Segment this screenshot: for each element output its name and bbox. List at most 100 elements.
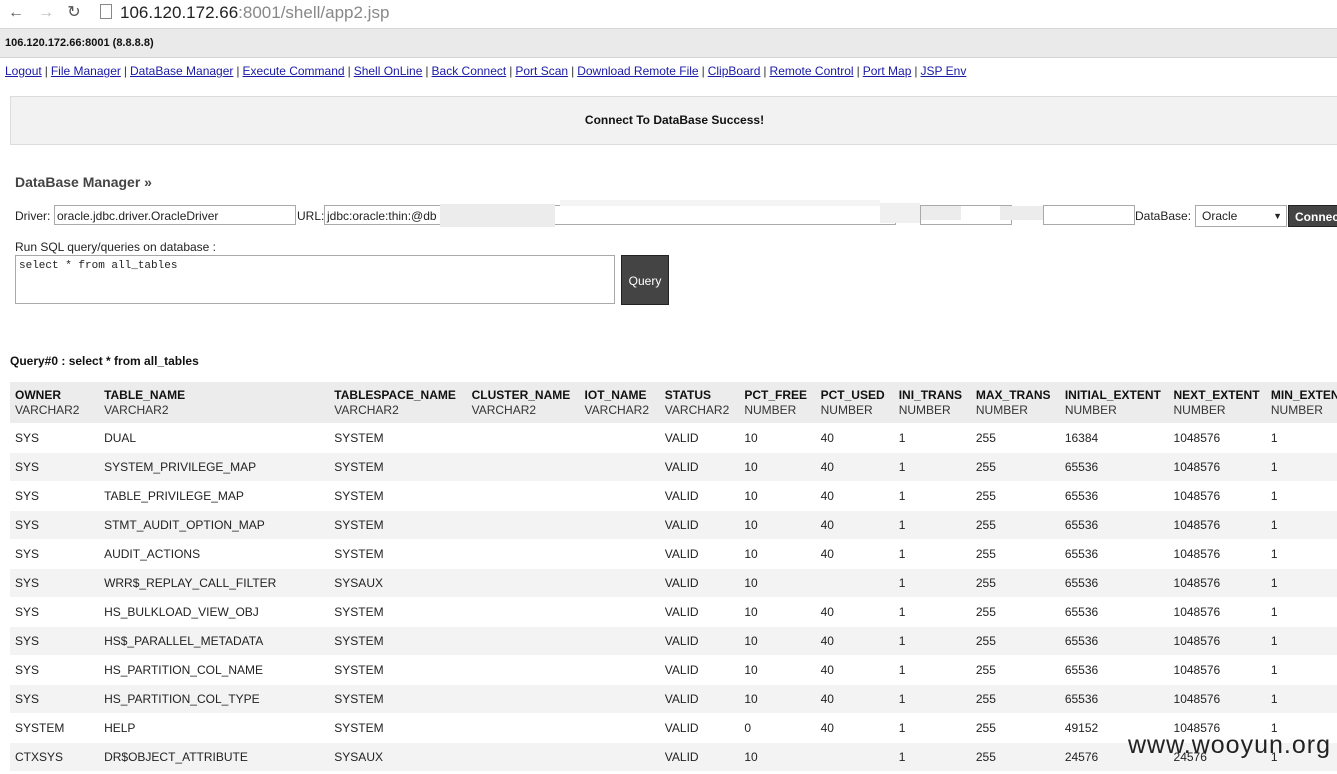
table-cell	[466, 510, 580, 540]
table-cell: SYS	[10, 626, 100, 656]
sql-textarea[interactable]: select * from all_tables	[15, 255, 615, 304]
page-icon	[100, 4, 112, 19]
column-name: OWNER	[15, 388, 61, 402]
password-input[interactable]	[1043, 205, 1135, 225]
table-cell: 0	[739, 713, 816, 743]
menu-link-clipboard[interactable]: ClipBoard	[708, 64, 761, 78]
table-cell: 65536	[1059, 655, 1169, 685]
column-header: TABLESPACE_NAME VARCHAR2	[329, 382, 467, 424]
column-name: PCT_FREE	[744, 388, 808, 402]
table-cell	[466, 597, 580, 627]
table-cell: SYSAUX	[329, 742, 467, 772]
table-cell: SYSTEM	[329, 481, 467, 511]
column-name: PCT_USED	[820, 388, 885, 402]
column-type: VARCHAR2	[15, 403, 80, 417]
table-cell: 255	[970, 539, 1060, 569]
table-cell: 40	[815, 539, 894, 569]
menu-link-remote-control[interactable]: Remote Control	[770, 64, 854, 78]
column-type: NUMBER	[898, 403, 951, 417]
reload-icon[interactable]: ↻	[64, 3, 84, 23]
table-cell: 65536	[1059, 684, 1169, 714]
table-cell	[466, 423, 580, 453]
table-cell: 1	[893, 568, 971, 598]
driver-input[interactable]: oracle.jdbc.driver.OracleDriver	[54, 205, 296, 225]
table-cell: VALID	[659, 655, 740, 685]
table-cell: 65536	[1059, 481, 1169, 511]
redaction-blur	[440, 204, 555, 227]
table-cell: VALID	[659, 626, 740, 656]
table-cell: 1	[1265, 481, 1337, 511]
success-message: Connect To DataBase Success!	[584, 113, 765, 127]
connect-button[interactable]: Connect	[1288, 205, 1337, 227]
table-cell	[579, 713, 660, 743]
result-table-container[interactable]: OWNER VARCHAR2 TABLE_NAME VARCHAR2 TABLESPAC…	[10, 382, 1337, 774]
table-cell: 65536	[1059, 452, 1169, 482]
column-type: NUMBER	[820, 403, 873, 417]
menu-separator: |	[509, 64, 513, 78]
table-cell: 255	[970, 423, 1060, 453]
menu-link-shell-online[interactable]: Shell OnLine	[354, 64, 423, 78]
column-type: VARCHAR2	[664, 403, 730, 417]
url-input[interactable]: jdbc:oracle:thin:@db	[324, 205, 896, 225]
menu-link-logout[interactable]: Logout	[5, 64, 42, 78]
query-button[interactable]: Query	[621, 255, 669, 305]
table-cell: SYSTEM_PRIVILEGE_MAP	[99, 452, 330, 482]
table-cell: 10	[739, 423, 816, 453]
table-cell	[466, 713, 580, 743]
column-name: INITIAL_EXTENT	[1064, 388, 1161, 402]
table-cell: 65536	[1059, 510, 1169, 540]
table-cell: VALID	[659, 452, 740, 482]
forward-arrow-icon[interactable]: →	[36, 3, 56, 23]
shell-menu: Logout | File Manager | DataBase Manager | Exe…	[5, 64, 966, 78]
table-cell: 10	[739, 539, 816, 569]
table-cell	[466, 568, 580, 598]
menu-link-port-map[interactable]: Port Map	[863, 64, 912, 78]
table-cell: 1048576	[1168, 452, 1266, 482]
menu-link-port-scan[interactable]: Port Scan	[515, 64, 568, 78]
table-cell: 16384	[1059, 423, 1169, 453]
result-table: OWNER VARCHAR2 TABLE_NAME VARCHAR2 TABLESPAC…	[10, 382, 1337, 774]
table-cell: 1	[893, 742, 971, 772]
table-cell: 10	[739, 626, 816, 656]
column-header: TABLE_NAME VARCHAR2	[99, 382, 330, 424]
table-cell: 255	[970, 597, 1060, 627]
back-arrow-icon[interactable]: ←	[6, 3, 26, 23]
menu-separator: |	[856, 64, 860, 78]
table-row: SYS AUDIT_ACTIONS SYSTEM VALID 10 40 1 255 65536…	[10, 539, 1337, 569]
redaction-blur	[880, 203, 920, 223]
menu-link-back-connect[interactable]: Back Connect	[432, 64, 507, 78]
table-cell	[466, 481, 580, 511]
table-cell: HS_BULKLOAD_VIEW_OBJ	[99, 597, 330, 627]
table-cell: 40	[815, 626, 894, 656]
menu-link-download-remote-file[interactable]: Download Remote File	[577, 64, 698, 78]
menu-link-execute-command[interactable]: Execute Command	[243, 64, 345, 78]
menu-link-file-manager[interactable]: File Manager	[51, 64, 121, 78]
column-header: INITIAL_EXTENT NUMBER	[1059, 382, 1169, 424]
table-cell: VALID	[659, 481, 740, 511]
table-cell: 1048576	[1168, 684, 1266, 714]
menu-separator: |	[123, 64, 127, 78]
table-cell	[579, 568, 660, 598]
table-cell: 65536	[1059, 597, 1169, 627]
column-name: CLUSTER_NAME	[471, 388, 571, 402]
table-cell: 1	[1265, 655, 1337, 685]
table-cell	[579, 452, 660, 482]
table-cell: 1048576	[1168, 481, 1266, 511]
table-cell: 1	[1265, 626, 1337, 656]
menu-link-database-manager[interactable]: DataBase Manager	[130, 64, 233, 78]
table-cell: 1	[893, 539, 971, 569]
table-cell: 1048576	[1168, 626, 1266, 656]
table-cell: SYSTEM	[329, 655, 467, 685]
menu-link-jsp-env[interactable]: JSP Env	[921, 64, 967, 78]
table-cell: 10	[739, 568, 816, 598]
browser-toolbar: ← → ↻ 106.120.172.66:8001/shell/app2.jsp	[0, 0, 1337, 29]
table-cell: 10	[739, 655, 816, 685]
database-select[interactable]: Oracle ▼	[1195, 205, 1287, 227]
menu-separator: |	[425, 64, 429, 78]
table-cell	[815, 568, 894, 598]
url-path: :8001/shell/app2.jsp	[238, 3, 390, 22]
column-type: NUMBER	[744, 403, 797, 417]
address-bar[interactable]: 106.120.172.66:8001/shell/app2.jsp	[100, 0, 389, 27]
table-cell	[466, 742, 580, 772]
table-cell: 10	[739, 452, 816, 482]
